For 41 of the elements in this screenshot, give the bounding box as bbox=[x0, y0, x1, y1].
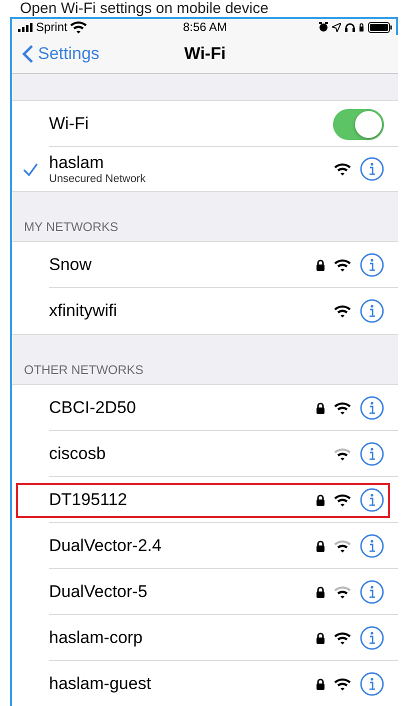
chevron-left-icon bbox=[22, 44, 34, 64]
wifi-label: Wi-Fi bbox=[49, 114, 90, 134]
carrier-name: Sprint bbox=[36, 20, 68, 34]
info-icon[interactable] bbox=[360, 580, 384, 604]
status-time: 8:56 AM bbox=[182, 20, 228, 34]
network-name[interactable]: haslam-corp bbox=[49, 628, 316, 648]
network-status: Unsecured Network bbox=[49, 173, 147, 185]
network-name[interactable]: ciscosb bbox=[49, 444, 334, 464]
network-name[interactable]: Snow bbox=[49, 255, 316, 275]
network-row[interactable]: haslam Unsecured Network bbox=[12, 147, 398, 191]
back-button[interactable]: Settings bbox=[12, 39, 106, 69]
location-arrow-icon bbox=[332, 22, 342, 32]
info-icon[interactable] bbox=[360, 299, 384, 323]
network-name[interactable]: DualVector-2.4 bbox=[49, 536, 316, 556]
network-name[interactable]: haslam-guest bbox=[49, 674, 316, 694]
info-icon[interactable] bbox=[360, 442, 384, 466]
info-icon[interactable] bbox=[360, 157, 384, 181]
rotation-lock-icon bbox=[359, 22, 364, 32]
info-icon[interactable] bbox=[360, 488, 384, 512]
network-row[interactable]: xfinitywifi bbox=[12, 288, 398, 334]
wifi-signal-icon bbox=[70, 20, 88, 34]
info-icon[interactable] bbox=[360, 253, 384, 277]
caption-text: Open Wi-Fi settings on mobile device bbox=[19, 0, 268, 17]
info-icon[interactable] bbox=[360, 626, 384, 650]
screen-title: Wi-Fi bbox=[184, 44, 226, 64]
battery-icon bbox=[368, 22, 392, 32]
headphones-icon bbox=[345, 22, 356, 32]
info-icon[interactable] bbox=[360, 534, 384, 558]
wifi-toggle[interactable] bbox=[333, 108, 384, 140]
network-name[interactable]: xfinitywifi bbox=[49, 301, 334, 321]
alarm-icon bbox=[319, 22, 328, 32]
info-icon[interactable] bbox=[360, 672, 384, 696]
network-name[interactable]: CBCI-2D50 bbox=[49, 398, 316, 418]
network-name[interactable]: DT195112 bbox=[49, 490, 316, 510]
section-header: MY NETWORKS bbox=[23, 219, 120, 236]
network-name[interactable]: haslam bbox=[49, 153, 334, 173]
cell-signal-icon bbox=[18, 22, 33, 32]
network-row[interactable]: haslam-guest bbox=[12, 661, 398, 706]
info-icon[interactable] bbox=[360, 396, 384, 420]
section-header: OTHER NETWORKS bbox=[23, 362, 144, 379]
network-name[interactable]: DualVector-5 bbox=[49, 582, 316, 602]
